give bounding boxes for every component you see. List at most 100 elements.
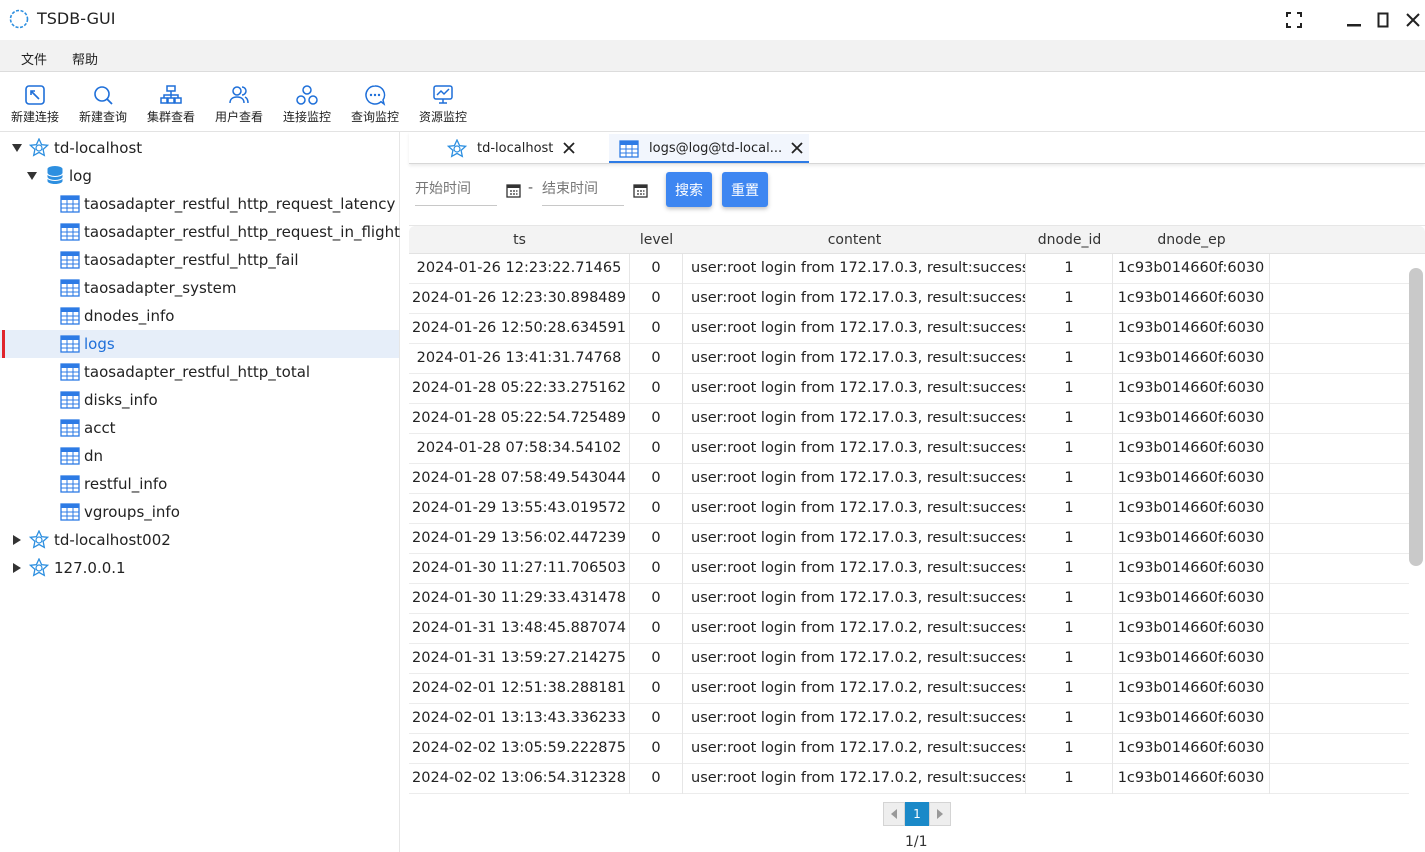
tree-label: taosadapter_system bbox=[84, 279, 237, 297]
tree-table-dnodes-info[interactable]: dnodes_info bbox=[0, 302, 399, 330]
column-header-dnode-ep[interactable]: dnode_ep bbox=[1113, 232, 1270, 248]
tree-label: td-localhost bbox=[54, 139, 143, 157]
table-row[interactable]: 2024-01-26 12:23:30.898489 0 user:root log… bbox=[409, 284, 1409, 314]
search-button[interactable]: 搜索 bbox=[666, 172, 712, 207]
tree-table-acct[interactable]: acct bbox=[0, 414, 399, 442]
table-icon bbox=[60, 363, 80, 381]
table-cell-ts: 2024-01-26 12:23:30.898489 bbox=[409, 284, 630, 314]
table-icon bbox=[619, 140, 639, 158]
tool-label: 集群查看 bbox=[146, 110, 195, 124]
table-row[interactable]: 2024-01-28 05:22:54.725489 0 user:root log… bbox=[409, 404, 1409, 434]
end-time-field[interactable] bbox=[542, 175, 624, 206]
current-page-button[interactable]: 1 bbox=[905, 802, 929, 826]
column-header-level[interactable]: level bbox=[630, 232, 683, 248]
tree-connection-127-0-0-1[interactable]: 127.0.0.1 bbox=[0, 554, 399, 582]
table-row[interactable]: 2024-02-01 12:51:38.288181 0 user:root log… bbox=[409, 674, 1409, 704]
cluster-view-button[interactable]: 集群查看 bbox=[141, 84, 201, 130]
table-row[interactable]: 2024-01-31 13:48:45.887074 0 user:root log… bbox=[409, 614, 1409, 644]
tree-label: dn bbox=[84, 447, 104, 465]
table-row[interactable]: 2024-01-30 11:29:33.431478 0 user:root log… bbox=[409, 584, 1409, 614]
query-monitor-button[interactable]: 查询监控 bbox=[345, 84, 405, 130]
table-row[interactable]: 2024-01-26 12:50:28.634591 0 user:root log… bbox=[409, 314, 1409, 344]
table-cell-dnode-ep: 1c93b014660f:6030 bbox=[1113, 584, 1270, 614]
user-view-button[interactable]: 用户查看 bbox=[209, 84, 269, 130]
table-row[interactable]: 2024-02-01 13:13:43.336233 0 user:root log… bbox=[409, 704, 1409, 734]
table-cell-dnode-id: 1 bbox=[1026, 554, 1113, 584]
tree-database-log[interactable]: log bbox=[0, 162, 399, 190]
new-query-button[interactable]: 新建查询 bbox=[73, 84, 133, 130]
calendar-icon[interactable] bbox=[633, 183, 648, 198]
column-header-dnode-id[interactable]: dnode_id bbox=[1026, 232, 1113, 248]
tree-label: taosadapter_restful_http_request_in_flig… bbox=[84, 223, 400, 241]
tab-bar: td-localhost logs@log@td-local... bbox=[409, 132, 1425, 164]
table-row[interactable]: 2024-02-02 13:05:59.222875 0 user:root log… bbox=[409, 734, 1409, 764]
table-cell-ts: 2024-01-28 07:58:49.543044 bbox=[409, 464, 630, 494]
table-icon bbox=[60, 279, 80, 297]
expand-caret-icon[interactable] bbox=[27, 172, 37, 180]
table-row[interactable]: 2024-01-28 05:22:33.275162 0 user:root log… bbox=[409, 374, 1409, 404]
tree-label: acct bbox=[84, 419, 116, 437]
tree-label: dnodes_info bbox=[84, 307, 175, 325]
tree-table-dn[interactable]: dn bbox=[0, 442, 399, 470]
tree-table-taosadapter-restful-http-fail[interactable]: taosadapter_restful_http_fail bbox=[0, 246, 399, 274]
table-cell-content: user:root login from 172.17.0.2, result:… bbox=[683, 704, 1026, 734]
table-row[interactable]: 2024-01-29 13:55:43.019572 0 user:root log… bbox=[409, 494, 1409, 524]
table-row[interactable]: 2024-01-30 11:27:11.706503 0 user:root log… bbox=[409, 554, 1409, 584]
close-tab-icon[interactable] bbox=[561, 140, 577, 156]
table-row[interactable]: 2024-01-26 12:23:22.71465 0 user:root logi… bbox=[409, 254, 1409, 284]
tree-connection-td-localhost002[interactable]: td-localhost002 bbox=[0, 526, 399, 554]
resource-monitor-button[interactable]: 资源监控 bbox=[413, 84, 473, 130]
tree-table-taosadapter-system[interactable]: taosadapter_system bbox=[0, 274, 399, 302]
end-time-input[interactable] bbox=[542, 175, 622, 203]
table-cell-dnode-ep: 1c93b014660f:6030 bbox=[1113, 284, 1270, 314]
tree-table-taosadapter-restful-http-total[interactable]: taosadapter_restful_http_total bbox=[0, 358, 399, 386]
table-scrollbar[interactable] bbox=[1409, 268, 1423, 566]
tree-table-taosadapter-restful-http-request-latency[interactable]: taosadapter_restful_http_request_latency bbox=[0, 190, 399, 218]
table-row[interactable]: 2024-01-29 13:56:02.447239 0 user:root log… bbox=[409, 524, 1409, 554]
column-header-ts[interactable]: ts bbox=[409, 232, 630, 248]
table-cell-dnode-ep: 1c93b014660f:6030 bbox=[1113, 644, 1270, 674]
tab-td-localhost[interactable]: td-localhost bbox=[437, 134, 609, 163]
column-header-content[interactable]: content bbox=[683, 232, 1026, 248]
maximize-icon bbox=[1377, 12, 1389, 28]
tab-label: td-localhost bbox=[477, 141, 554, 156]
tree-table-disks-info[interactable]: disks_info bbox=[0, 386, 399, 414]
close-tab-icon[interactable] bbox=[789, 140, 805, 156]
table-row[interactable]: 2024-01-28 07:58:49.543044 0 user:root log… bbox=[409, 464, 1409, 494]
prev-page-button[interactable] bbox=[883, 802, 905, 826]
calendar-icon[interactable] bbox=[506, 183, 521, 198]
tree-connection-td-localhost[interactable]: td-localhost bbox=[0, 134, 399, 162]
close-window-button[interactable] bbox=[1401, 8, 1425, 32]
fullscreen-button[interactable] bbox=[1282, 8, 1306, 32]
minimize-button[interactable] bbox=[1342, 8, 1366, 32]
expand-caret-icon[interactable] bbox=[13, 563, 21, 573]
table-cell-content: user:root login from 172.17.0.2, result:… bbox=[683, 734, 1026, 764]
tab-logs[interactable]: logs@log@td-local... bbox=[609, 134, 809, 163]
table-row[interactable]: 2024-01-31 13:59:27.214275 0 user:root log… bbox=[409, 644, 1409, 674]
table-icon bbox=[60, 391, 80, 409]
connection-monitor-button[interactable]: 连接监控 bbox=[277, 84, 337, 130]
start-time-field[interactable] bbox=[415, 175, 497, 206]
table-cell-content: user:root login from 172.17.0.3, result:… bbox=[683, 524, 1026, 554]
table-row[interactable]: 2024-01-26 13:41:31.74768 0 user:root logi… bbox=[409, 344, 1409, 374]
table-cell-content: user:root login from 172.17.0.3, result:… bbox=[683, 554, 1026, 584]
tree-table-taosadapter-restful-http-request-in-flight[interactable]: taosadapter_restful_http_request_in_flig… bbox=[0, 218, 400, 246]
menu-file[interactable]: 文件 bbox=[21, 49, 47, 68]
menu-help[interactable]: 帮助 bbox=[72, 49, 98, 68]
table-cell-content: user:root login from 172.17.0.3, result:… bbox=[683, 584, 1026, 614]
tree-table-restful-info[interactable]: restful_info bbox=[0, 470, 399, 498]
maximize-button[interactable] bbox=[1371, 8, 1395, 32]
tree-table-logs[interactable]: logs bbox=[0, 330, 399, 358]
table-row[interactable]: 2024-01-28 07:58:34.54102 0 user:root logi… bbox=[409, 434, 1409, 464]
connection-node-icon bbox=[447, 139, 467, 158]
expand-caret-icon[interactable] bbox=[13, 535, 21, 545]
expand-caret-icon[interactable] bbox=[12, 144, 22, 152]
next-page-button[interactable] bbox=[929, 802, 951, 826]
table-cell-ts: 2024-02-01 13:13:43.336233 bbox=[409, 704, 630, 734]
tree-table-vgroups-info[interactable]: vgroups_info bbox=[0, 498, 399, 526]
table-row[interactable]: 2024-02-02 13:06:54.312328 0 user:root log… bbox=[409, 764, 1409, 794]
start-time-input[interactable] bbox=[415, 175, 495, 203]
reset-button[interactable]: 重置 bbox=[722, 172, 768, 207]
new-connection-button[interactable]: 新建连接 bbox=[5, 84, 65, 130]
app-title: TSDB-GUI bbox=[37, 9, 116, 28]
